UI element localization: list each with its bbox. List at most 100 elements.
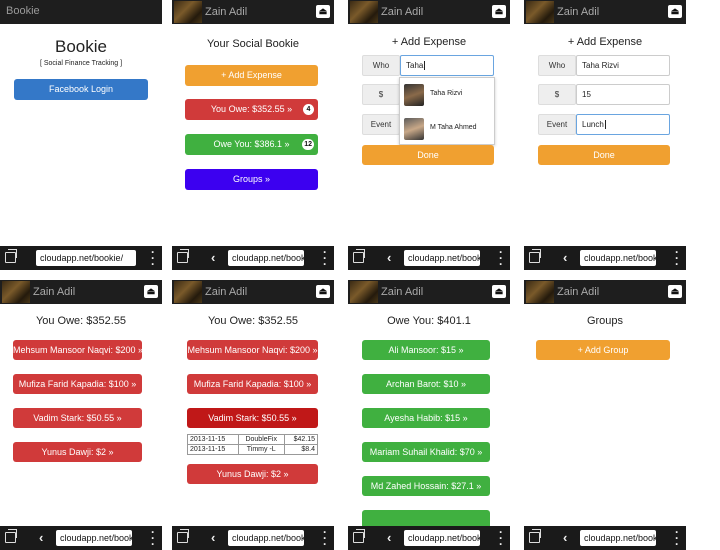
text-caret [604, 120, 606, 130]
back-icon[interactable]: ‹ [563, 250, 567, 266]
debt-item-button[interactable]: Mehsum Mansoor Naqvi: $200 » [187, 340, 318, 360]
suggestion-item[interactable]: Taha Rizvi [400, 78, 496, 112]
add-expense-title: + Add Expense [567, 36, 643, 48]
user-header: Zain Adil ⏏ [524, 0, 686, 24]
url-field[interactable]: cloudapp.net/booki [404, 250, 480, 266]
url-field[interactable]: cloudapp.net/booki [56, 530, 132, 546]
add-expense-filled-screen: Zain Adil ⏏ + Add Expense Who Taha Rizvi… [524, 0, 686, 270]
suggestion-item[interactable]: M Taha Ahmed [400, 112, 496, 146]
user-name: Zain Adil [557, 6, 600, 18]
back-icon[interactable]: ‹ [211, 250, 215, 266]
debt-item-button[interactable]: Mufiza Farid Kapadia: $100 » [13, 374, 142, 394]
who-suggestions-dropdown: Taha Rizvi M Taha Ahmed [399, 77, 495, 145]
menu-icon[interactable]: · · · [499, 526, 503, 550]
tabs-icon[interactable] [353, 529, 365, 543]
facebook-login-button[interactable]: Facebook Login [14, 79, 148, 100]
url-field[interactable]: cloudapp.net/booki [228, 250, 304, 266]
menu-icon[interactable]: · · · [675, 526, 679, 550]
user-header: Zain Adil ⏏ [348, 280, 510, 304]
tabs-icon[interactable] [353, 249, 365, 263]
url-field[interactable]: cloudapp.net/booki [404, 530, 480, 546]
you-owe-screen: Zain Adil ⏏ You Owe: $352.55 Mehsum Mans… [0, 280, 162, 550]
who-input[interactable]: Taha Rizvi [576, 55, 670, 76]
amount-label: $ [538, 84, 576, 105]
back-icon[interactable]: ‹ [387, 250, 391, 266]
groups-button[interactable]: Groups » [185, 169, 318, 190]
debt-item-button-active[interactable]: Vadim Stark: $50.55 » [187, 408, 318, 428]
owe-you-button[interactable]: Owe You: $386.1 » 12 [185, 134, 318, 155]
browser-bar: cloudapp.net/bookie/ · · · [0, 246, 162, 270]
logout-icon[interactable]: ⏏ [492, 285, 506, 298]
tabs-icon[interactable] [177, 529, 189, 543]
add-expense-button[interactable]: + Add Expense [185, 65, 318, 86]
menu-icon[interactable]: · · · [323, 246, 327, 270]
url-field[interactable]: cloudapp.net/bookie/ [36, 250, 136, 266]
tx-event: Timmy -L [237, 444, 285, 455]
menu-icon[interactable]: · · · [151, 526, 155, 550]
avatar [404, 84, 424, 106]
who-input[interactable]: Taha [400, 55, 494, 76]
you-owe-count-badge: 4 [303, 104, 314, 115]
url-field[interactable]: cloudapp.net/booki [580, 530, 656, 546]
user-name: Zain Adil [381, 286, 424, 298]
back-icon[interactable]: ‹ [39, 530, 43, 546]
browser-bar: ‹ cloudapp.net/booki · · · [348, 526, 510, 550]
credit-item-button[interactable]: Archan Barot: $10 » [362, 374, 490, 394]
menu-icon[interactable]: · · · [323, 526, 327, 550]
logout-icon[interactable]: ⏏ [144, 285, 158, 298]
app-title: Bookie [6, 5, 40, 17]
credit-item-button[interactable]: Ayesha Habib: $15 » [362, 408, 490, 428]
browser-bar: ‹ cloudapp.net/booki · · · [524, 246, 686, 270]
logout-icon[interactable]: ⏏ [316, 5, 330, 18]
app-header: Bookie [0, 0, 162, 24]
logout-icon[interactable]: ⏏ [316, 285, 330, 298]
menu-icon[interactable]: · · · [675, 246, 679, 270]
amount-input[interactable]: 15 [576, 84, 670, 105]
transactions-table: 2013-11-15 DoubleFix $42.15 2013-11-15 T… [187, 434, 319, 455]
done-button[interactable]: Done [362, 145, 494, 165]
text-caret [424, 61, 426, 71]
back-icon[interactable]: ‹ [387, 530, 391, 546]
url-field[interactable]: cloudapp.net/booki [228, 530, 304, 546]
back-icon[interactable]: ‹ [563, 530, 567, 546]
debt-item-button[interactable]: Yunus Dawji: $2 » [187, 464, 318, 484]
profile-photo [174, 1, 202, 23]
event-input-value: Lunch [582, 120, 604, 129]
debt-item-button[interactable]: Mehsum Mansoor Naqvi: $200 » [13, 340, 142, 360]
who-label: Who [538, 55, 576, 76]
profile-photo [526, 1, 554, 23]
tx-amount: $8.4 [283, 444, 319, 455]
credit-item-button[interactable]: Md Zahed Hossain: $27.1 » [362, 476, 490, 496]
tabs-icon[interactable] [529, 249, 541, 263]
owe-you-screen: Zain Adil ⏏ Owe You: $401.1 Ali Mansoor:… [348, 280, 510, 550]
logout-icon[interactable]: ⏏ [668, 5, 682, 18]
credit-item-button[interactable]: Mariam Suhail Khalid: $70 » [362, 442, 490, 462]
browser-bar: ‹ cloudapp.net/booki · · · [524, 526, 686, 550]
browser-bar: ‹ cloudapp.net/booki · · · [0, 526, 162, 550]
debt-item-button[interactable]: Vadim Stark: $50.55 » [13, 408, 142, 428]
url-field[interactable]: cloudapp.net/booki [580, 250, 656, 266]
logout-icon[interactable]: ⏏ [492, 5, 506, 18]
add-group-button[interactable]: + Add Group [536, 340, 670, 360]
you-owe-button[interactable]: You Owe: $352.55 » 4 [185, 99, 318, 120]
debt-item-button[interactable]: Yunus Dawji: $2 » [13, 442, 142, 462]
menu-icon[interactable]: · · · [499, 246, 503, 270]
tabs-icon[interactable] [5, 529, 17, 543]
debt-item-button[interactable]: Mufiza Farid Kapadia: $100 » [187, 374, 318, 394]
browser-bar: ‹ cloudapp.net/booki · · · [172, 526, 334, 550]
done-button[interactable]: Done [538, 145, 670, 165]
avatar [404, 118, 424, 140]
logout-icon[interactable]: ⏏ [668, 285, 682, 298]
tabs-icon[interactable] [5, 249, 17, 263]
tabs-icon[interactable] [529, 529, 541, 543]
event-input[interactable]: Lunch [576, 114, 670, 135]
browser-bar: ‹ cloudapp.net/booki · · · [348, 246, 510, 270]
back-icon[interactable]: ‹ [211, 530, 215, 546]
credit-item-button[interactable]: Ali Mansoor: $15 » [362, 340, 490, 360]
event-label: Event [538, 114, 576, 135]
user-header: Zain Adil ⏏ [348, 0, 510, 24]
tabs-icon[interactable] [177, 249, 189, 263]
login-title: Bookie [55, 37, 107, 56]
menu-icon[interactable]: · · · [151, 246, 155, 270]
login-subtitle: [ Social Finance Tracking ] [39, 60, 123, 67]
